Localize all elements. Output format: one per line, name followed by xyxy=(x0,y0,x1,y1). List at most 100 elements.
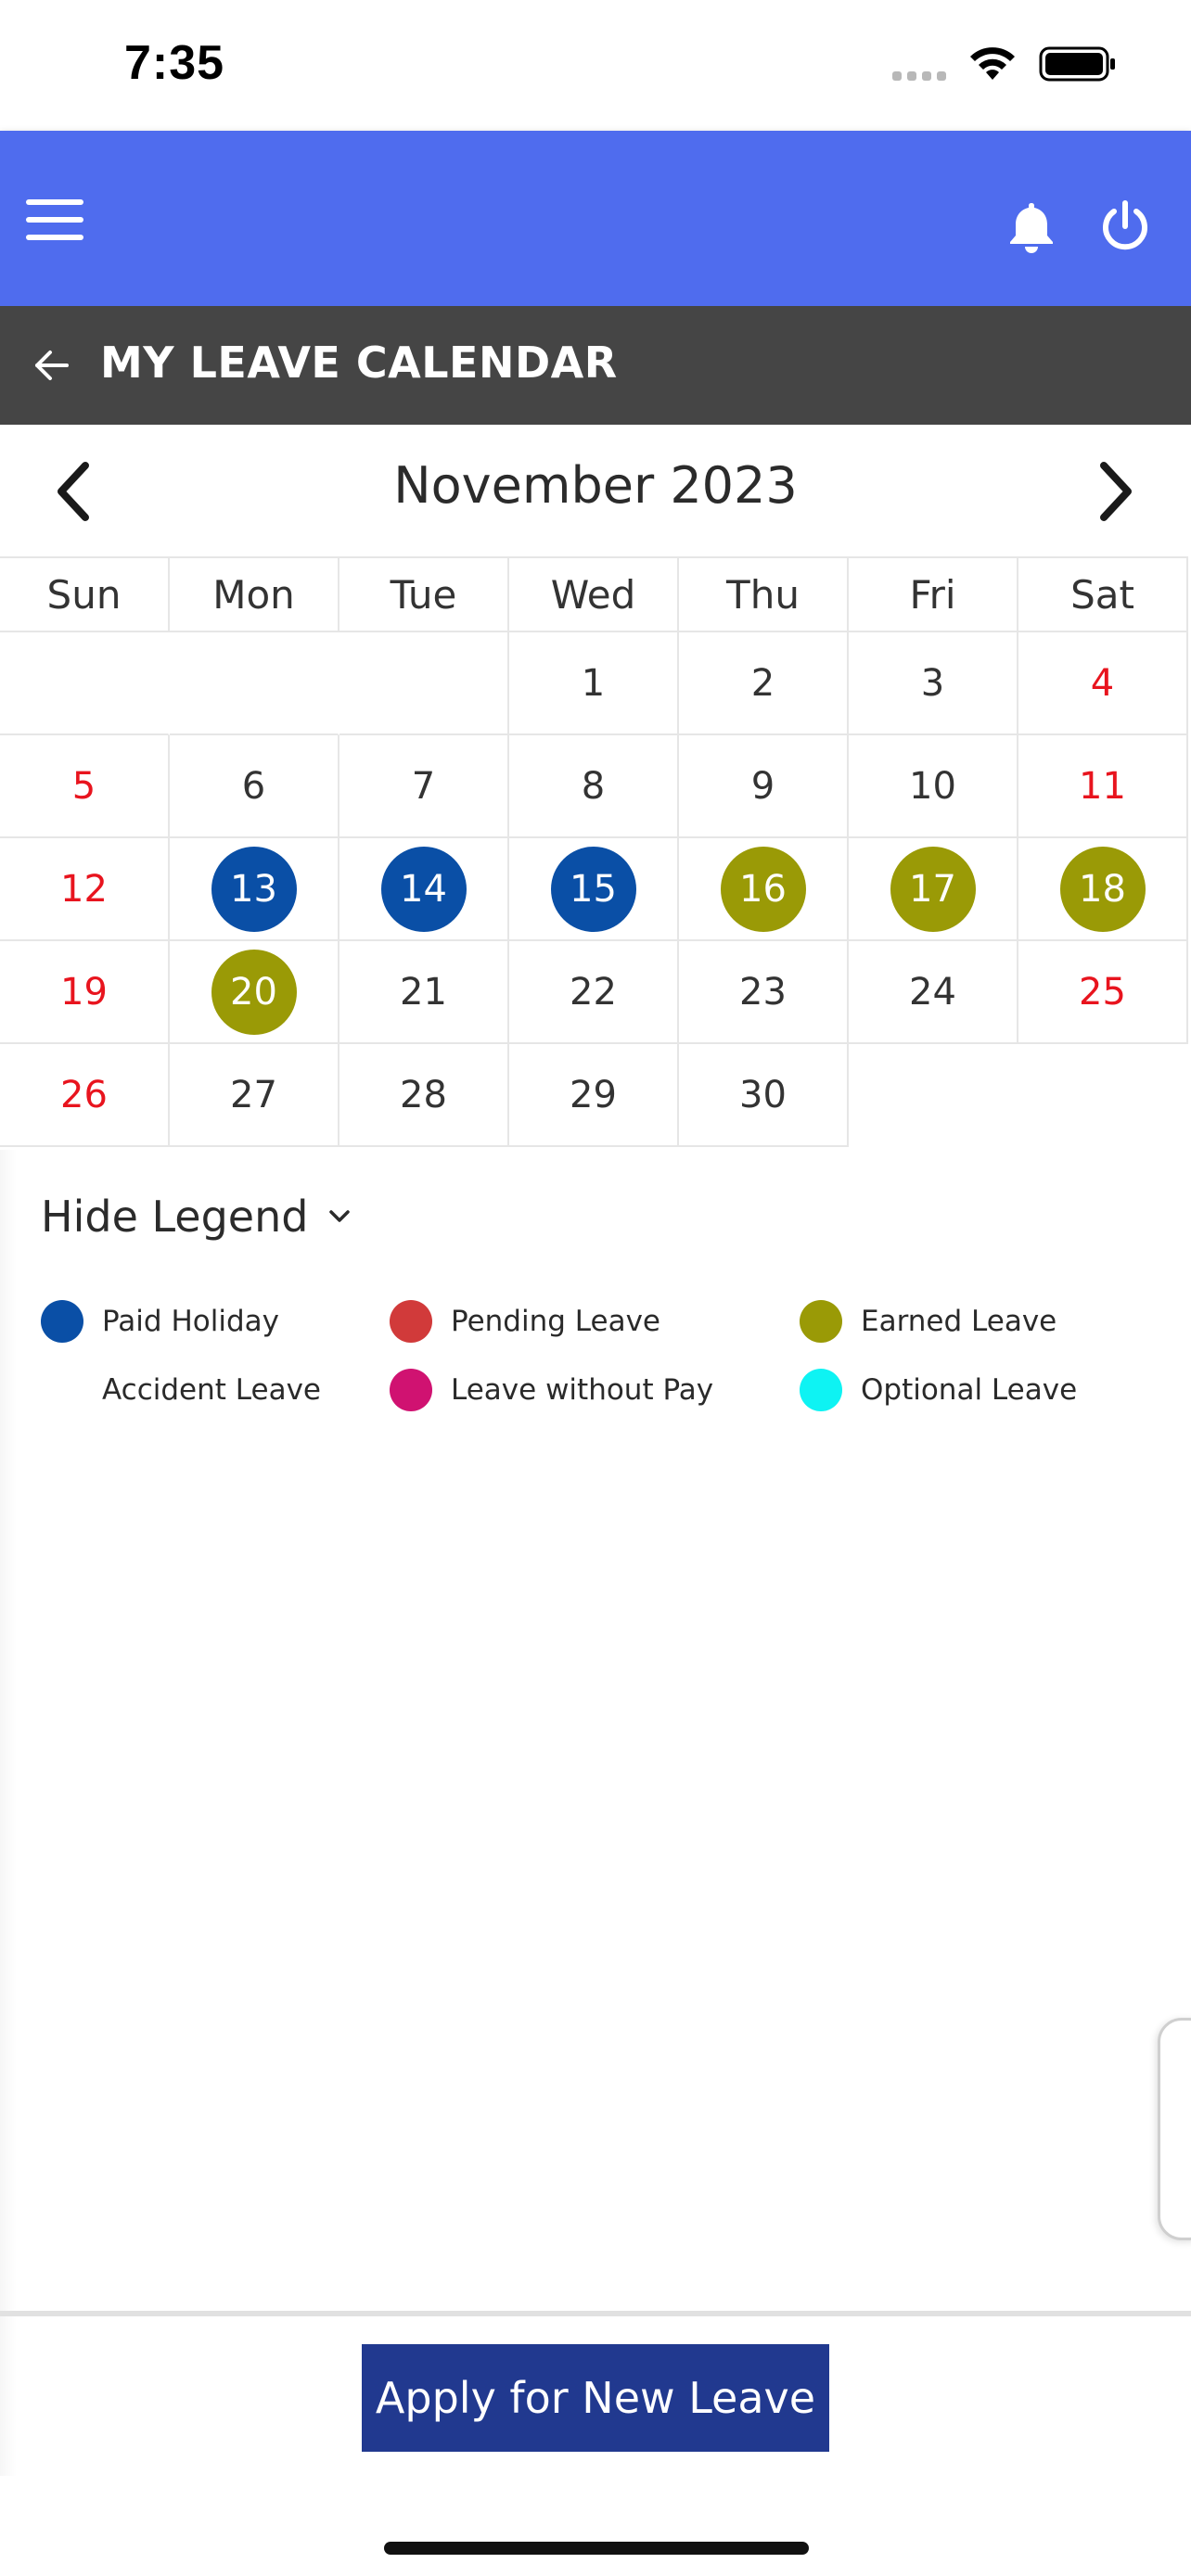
day-cell-25[interactable]: 25 xyxy=(1018,941,1188,1044)
apply-new-leave-button[interactable]: Apply for New Leave xyxy=(362,2344,829,2452)
day-cell-6[interactable]: 6 xyxy=(170,735,339,838)
day-number: 1 xyxy=(581,661,606,705)
app-header xyxy=(0,131,1191,306)
day-cell-15[interactable]: 15 xyxy=(509,838,679,941)
legend-color-dot xyxy=(800,1369,842,1411)
legend-item: Pending Leave xyxy=(390,1300,660,1343)
arrow-left-icon[interactable] xyxy=(33,347,70,384)
day-cell-28[interactable]: 28 xyxy=(339,1044,509,1147)
hamburger-icon[interactable] xyxy=(26,199,83,240)
wifi-icon xyxy=(970,47,1015,80)
day-cell-10[interactable]: 10 xyxy=(849,735,1018,838)
legend-item: Optional Leave xyxy=(800,1369,1077,1411)
day-number: 22 xyxy=(570,970,617,1014)
day-cell-22[interactable]: 22 xyxy=(509,941,679,1044)
calendar-body: 1 2 3 4 5 6 7 8 9 10 11 12 13 14 15 16 17 18 19 20 21 22 23 24 2… xyxy=(0,632,1189,1147)
weekday-fri: Fri xyxy=(849,556,1018,632)
weekday-thu: Thu xyxy=(679,556,849,632)
day-cell-7[interactable]: 7 xyxy=(339,735,509,838)
day-cell-16[interactable]: 16 xyxy=(679,838,849,941)
day-number: 23 xyxy=(739,970,787,1014)
legend-color-dot xyxy=(41,1369,83,1411)
day-cell-14[interactable]: 14 xyxy=(339,838,509,941)
status-bar: 7:35 xyxy=(0,0,1191,131)
calendar-week-row: 26 27 28 29 30 xyxy=(0,1044,1189,1147)
bell-icon[interactable] xyxy=(1002,198,1061,257)
day-number: 5 xyxy=(71,764,96,808)
day-number: 12 xyxy=(60,867,108,911)
leave-day-badge: 14 xyxy=(380,846,467,932)
day-cell-5[interactable]: 5 xyxy=(0,735,170,838)
day-cell-11[interactable]: 11 xyxy=(1018,735,1188,838)
legend-item: Paid Holiday xyxy=(41,1300,279,1343)
day-cell-1[interactable]: 1 xyxy=(509,632,679,735)
day-cell-2[interactable]: 2 xyxy=(679,632,849,735)
day-number: 21 xyxy=(400,970,447,1014)
month-title: November 2023 xyxy=(393,456,798,515)
calendar-grid: Sun Mon Tue Wed Thu Fri Sat 1 2 3 4 5 6 7 8 9 10 11 12 13 1… xyxy=(0,556,1189,1147)
legend-color-dot xyxy=(800,1300,842,1343)
day-cell-23[interactable]: 23 xyxy=(679,941,849,1044)
day-cell-24[interactable]: 24 xyxy=(849,941,1018,1044)
legend-label: Pending Leave xyxy=(451,1305,660,1338)
hide-legend-toggle[interactable]: Hide Legend xyxy=(41,1192,351,1242)
day-cell-12[interactable]: 12 xyxy=(0,838,170,941)
day-number: 10 xyxy=(909,764,956,808)
side-drawer-handle[interactable] xyxy=(1158,2018,1191,2240)
legend-color-dot xyxy=(390,1300,432,1343)
leave-day-badge: 13 xyxy=(211,846,297,932)
day-number: 25 xyxy=(1079,970,1126,1014)
day-cell-30[interactable]: 30 xyxy=(679,1044,849,1147)
day-cell-13[interactable]: 13 xyxy=(170,838,339,941)
day-number: 8 xyxy=(581,764,606,808)
day-cell-21[interactable]: 21 xyxy=(339,941,509,1044)
weekday-sat: Sat xyxy=(1018,556,1188,632)
day-cell-17[interactable]: 17 xyxy=(849,838,1018,941)
weekday-sun: Sun xyxy=(0,556,170,632)
empty-day-cell xyxy=(849,1044,1018,1147)
leave-day-badge: 20 xyxy=(211,949,297,1035)
legend-label: Optional Leave xyxy=(861,1373,1078,1407)
day-number: 11 xyxy=(1079,764,1126,808)
day-number: 19 xyxy=(60,970,108,1014)
leave-day-badge: 15 xyxy=(550,846,636,932)
power-icon[interactable] xyxy=(1096,198,1154,255)
legend-item: Earned Leave xyxy=(800,1300,1057,1343)
day-number: 4 xyxy=(1090,661,1115,705)
hide-legend-label: Hide Legend xyxy=(41,1192,309,1242)
leave-day-badge: 17 xyxy=(890,846,976,932)
page-title-bar: MY LEAVE CALENDAR xyxy=(0,306,1191,425)
day-cell-27[interactable]: 27 xyxy=(170,1044,339,1147)
day-number: 7 xyxy=(411,764,436,808)
home-indicator xyxy=(384,2542,809,2555)
day-cell-18[interactable]: 18 xyxy=(1018,838,1188,941)
page-title: MY LEAVE CALENDAR xyxy=(100,338,618,388)
leave-day-badge: 18 xyxy=(1059,846,1146,932)
day-number: 28 xyxy=(400,1073,447,1116)
legend-label: Leave without Pay xyxy=(451,1373,714,1407)
day-number: 26 xyxy=(60,1073,108,1116)
cellular-signal-icon xyxy=(892,71,946,81)
day-number: 9 xyxy=(750,764,775,808)
day-number: 27 xyxy=(230,1073,277,1116)
legend-item: Leave without Pay xyxy=(390,1369,713,1411)
day-cell-19[interactable]: 19 xyxy=(0,941,170,1044)
weekday-header-row: Sun Mon Tue Wed Thu Fri Sat xyxy=(0,556,1189,632)
calendar-week-row: 19 20 21 22 23 24 25 xyxy=(0,941,1189,1044)
day-cell-26[interactable]: 26 xyxy=(0,1044,170,1147)
day-cell-3[interactable]: 3 xyxy=(849,632,1018,735)
day-number: 24 xyxy=(909,970,956,1014)
status-time: 7:35 xyxy=(124,36,225,90)
day-cell-29[interactable]: 29 xyxy=(509,1044,679,1147)
day-cell-8[interactable]: 8 xyxy=(509,735,679,838)
day-cell-9[interactable]: 9 xyxy=(679,735,849,838)
empty-day-cell xyxy=(0,632,170,735)
bottom-divider xyxy=(0,2311,1191,2316)
legend-color-dot xyxy=(41,1300,83,1343)
day-number: 30 xyxy=(739,1073,787,1116)
chevron-right-icon[interactable] xyxy=(1093,458,1139,525)
chevron-down-icon xyxy=(329,1210,351,1222)
day-cell-4[interactable]: 4 xyxy=(1018,632,1188,735)
day-number: 3 xyxy=(920,661,945,705)
day-cell-20[interactable]: 20 xyxy=(170,941,339,1044)
